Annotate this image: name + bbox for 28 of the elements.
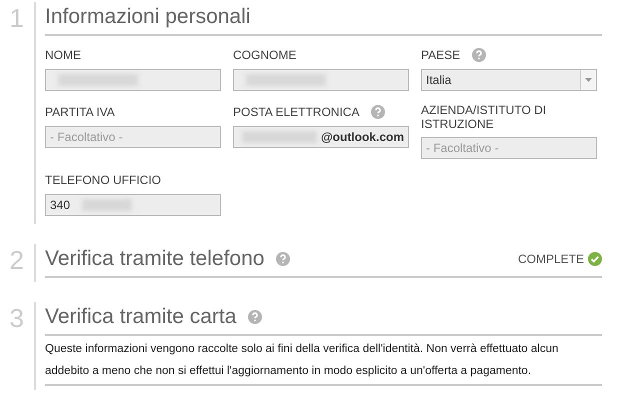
status-text: COMPLETE	[518, 251, 584, 268]
input-field[interactable]	[233, 69, 409, 91]
input-field[interactable]	[45, 69, 221, 91]
field-label: PAESE	[421, 48, 460, 62]
field-value: 340	[49, 197, 72, 214]
help-icon[interactable]	[248, 310, 262, 324]
field-label: NOME	[45, 48, 81, 62]
caret-icon	[585, 78, 592, 82]
help-icon[interactable]	[276, 252, 290, 266]
field-value: @outlook.com	[320, 129, 405, 146]
field-label: POSTA ELETTRONICA	[233, 104, 360, 118]
dropdown-button[interactable]	[580, 70, 596, 90]
section-title: Verifica tramite carta	[45, 304, 236, 330]
input-field[interactable]: @outlook.com	[233, 126, 409, 148]
field-label: TELEFONO UFFICIO	[45, 172, 162, 186]
help-icon[interactable]	[472, 48, 486, 62]
section-title: Informazioni personali	[45, 4, 250, 30]
country-select[interactable]: Italia	[421, 69, 597, 91]
field-label: COGNOME	[233, 48, 296, 62]
info-text: Queste informazioni vengono raccolte solo ai fini della verifica dell'identità. Non verrà effettuato alcun addebito a meno che non si effettui l'aggiornamento in modo esplicito a un'offerta a pagamento.	[45, 336, 602, 386]
field-value: Italia	[425, 72, 452, 89]
input-field[interactable]: 340	[45, 194, 221, 216]
section-title: Verifica tramite telefono	[45, 246, 264, 272]
placeholder-text: - Facoltativo -	[49, 129, 124, 146]
placeholder-text: - Facoltativo -	[425, 140, 500, 157]
help-icon[interactable]	[371, 104, 386, 118]
field-label: PARTITA IVA	[45, 104, 115, 118]
field-label: AZIENDA/ISTITUTO DI ISTRUZIONE	[421, 103, 548, 131]
